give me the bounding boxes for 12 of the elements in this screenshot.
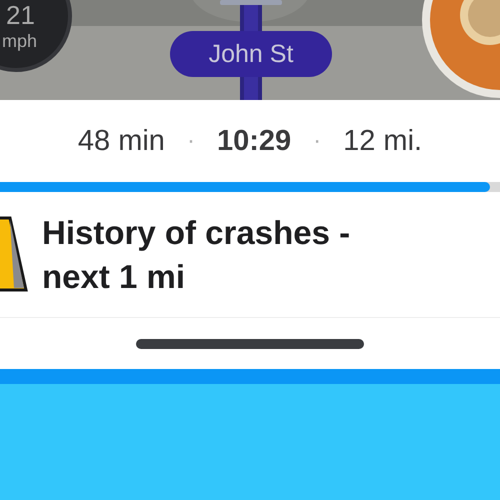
alert-card[interactable]: History of crashes - next 1 mi bbox=[0, 192, 500, 318]
speed-unit: mph bbox=[2, 31, 38, 51]
drag-handle[interactable] bbox=[136, 338, 364, 348]
street-label: John St bbox=[170, 31, 332, 77]
speed-value: 21 bbox=[6, 1, 35, 29]
arrival-time: 10:29 bbox=[216, 124, 292, 158]
warning-sign-icon bbox=[0, 216, 28, 294]
alert-text: History of crashes - next 1 mi bbox=[42, 212, 352, 296]
separator-dot: · bbox=[313, 127, 322, 155]
trip-distance: 12 mi. bbox=[343, 124, 422, 158]
separator-dot: · bbox=[186, 127, 195, 155]
trip-duration: 48 min bbox=[78, 124, 165, 158]
